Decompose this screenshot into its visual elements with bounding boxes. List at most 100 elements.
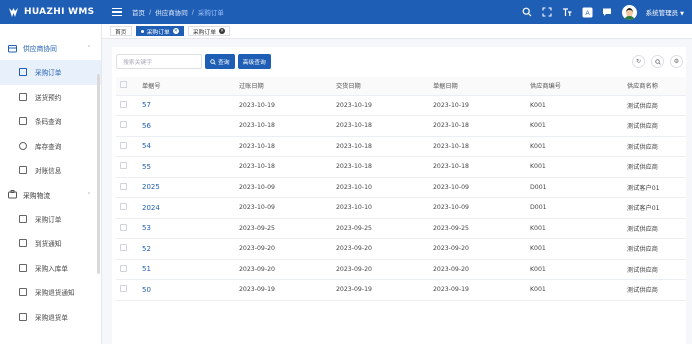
cell-value: 2023-10-09 (433, 183, 469, 191)
table-row[interactable]: 55 2023-10-18 2023-10-18 2023-10-18 K001 测试供应… (116, 156, 686, 178)
sidebar-item-label: 库存查询 (35, 142, 62, 151)
tab-purchase-order-active[interactable]: 采购订单 ✕ (135, 26, 184, 36)
sidebar-item-label: 对账信息 (35, 167, 62, 176)
table-cell: 2023-10-09 (239, 177, 336, 198)
close-icon[interactable]: ✕ (172, 28, 179, 34)
table-cell: 2023-09-25 (336, 218, 433, 239)
cell-value: 2023-09-20 (433, 265, 469, 273)
search-input[interactable]: 搜索关键字 (116, 54, 202, 69)
cell-value: 2023-09-20 (336, 245, 372, 253)
select-all-checkbox[interactable] (120, 81, 127, 89)
search-toggle-button[interactable] (651, 55, 664, 68)
row-checkbox[interactable] (120, 223, 127, 231)
column-header[interactable]: 供应商编号 (530, 77, 627, 96)
sidebar-group-purchase-logistics[interactable]: 采购物流 ⌃ (0, 183, 101, 207)
order-number-link[interactable]: 2025 (142, 183, 160, 191)
table-cell: 2023-09-19 (336, 279, 433, 301)
order-number-link[interactable]: 54 (142, 142, 151, 150)
table-row[interactable]: 54 2023-10-18 2023-10-18 2023-10-18 K001 测试供应… (116, 136, 686, 157)
order-number-link[interactable]: 2024 (142, 204, 160, 212)
header-toolbar: A 系统管理员 ▼ (522, 0, 684, 24)
order-number-link[interactable]: 50 (142, 286, 151, 294)
order-number-link[interactable]: 53 (142, 224, 151, 232)
tab-purchase-order[interactable]: 采购订单 ✕ (187, 26, 231, 36)
top-header: HUAZHI WMS 首页 / 供应商协同 / 采购订单 A 系统管理员 ▼ (0, 0, 692, 24)
table-row[interactable]: 50 2023-09-19 2023-09-19 2023-09-19 K001 测试供应… (116, 279, 686, 301)
cell-value: 2023-10-18 (336, 122, 372, 130)
column-header[interactable]: 供应商名称 (627, 77, 686, 96)
row-checkbox[interactable] (120, 203, 127, 211)
sidebar-item-purchase-order[interactable]: 采购订单 (0, 60, 101, 85)
order-number-link[interactable]: 52 (142, 245, 151, 253)
message-icon[interactable] (602, 7, 613, 18)
breadcrumb-home[interactable]: 首页 (132, 7, 145, 17)
table-cell: 2023-10-10 (336, 177, 433, 198)
column-header[interactable]: 交货日期 (336, 77, 433, 96)
return-notice-icon (19, 288, 27, 297)
row-checkbox[interactable] (120, 264, 127, 272)
table-row[interactable]: 53 2023-09-25 2023-09-25 2023-09-25 K001 测试供应… (116, 218, 686, 239)
row-checkbox[interactable] (120, 285, 127, 293)
search-button[interactable]: 查询 (205, 54, 235, 69)
breadcrumb-supplier[interactable]: 供应商协同 (155, 7, 188, 17)
table-cell: 测试供应商 (627, 259, 686, 280)
app-logo[interactable]: HUAZHI WMS (0, 0, 102, 24)
notice-icon (19, 239, 27, 248)
cell-value: 测试供应商 (627, 143, 658, 151)
cell-value: 2023-10-09 (433, 204, 469, 212)
column-header[interactable]: 过账日期 (239, 77, 336, 96)
table-cell: 测试供应商 (627, 156, 686, 178)
font-size-icon[interactable] (562, 7, 573, 18)
table-row[interactable]: 52 2023-09-20 2023-09-20 2023-09-20 K001 测试供应… (116, 238, 686, 260)
user-name[interactable]: 系统管理员 ▼ (646, 7, 684, 17)
table-cell: 2023-10-19 (336, 95, 433, 116)
order-number-link[interactable]: 56 (142, 122, 151, 130)
table-cell: 2023-10-09 (433, 197, 530, 219)
row-checkbox[interactable] (120, 141, 127, 149)
column-header[interactable]: 单据号 (142, 77, 239, 96)
table-row[interactable]: 56 2023-10-18 2023-10-18 2023-10-18 K001 测试供应… (116, 115, 686, 137)
sidebar-item-barcode-query[interactable]: 条码查询 (0, 109, 101, 134)
advanced-search-button[interactable]: 高级查询 (237, 54, 271, 69)
table-cell: K001 (530, 259, 627, 280)
translate-icon[interactable]: A (582, 7, 593, 18)
sidebar-scrollbar[interactable] (97, 74, 100, 274)
menu-toggle-icon[interactable] (112, 8, 122, 16)
settings-button[interactable]: ⚙ (670, 55, 683, 68)
table-row[interactable]: 51 2023-09-20 2023-09-20 2023-09-20 K001 测试供应… (116, 259, 686, 280)
sidebar-item-purchase-order-2[interactable]: 采购订单 (0, 207, 101, 232)
fullscreen-icon[interactable] (542, 7, 553, 18)
cell-value: 2023-10-18 (239, 142, 275, 150)
order-number-link[interactable]: 57 (142, 101, 151, 109)
avatar[interactable] (621, 4, 637, 20)
sidebar-item-purchase-receipt[interactable]: 采购入库单 (0, 256, 101, 281)
tab-home[interactable]: 首页 (110, 26, 132, 36)
column-header[interactable]: 单据日期 (433, 77, 530, 96)
order-number-link[interactable]: 51 (142, 265, 151, 273)
close-icon[interactable]: ✕ (219, 28, 226, 34)
table-cell: K001 (530, 136, 627, 157)
select-all-cell (116, 77, 142, 96)
table-cell: K001 (530, 279, 627, 301)
row-checkbox[interactable] (120, 121, 127, 129)
sidebar-item-label: 采购订单 (35, 215, 62, 224)
row-checkbox[interactable] (120, 100, 127, 108)
sidebar-item-delivery-appointment[interactable]: 送货预约 (0, 85, 101, 110)
table-row[interactable]: 2025 2023-10-09 2023-10-10 2023-10-09 D001 测试… (116, 177, 686, 198)
refresh-button[interactable]: ↻ (632, 55, 645, 68)
sidebar-item-return-order[interactable]: 采购退货单 (0, 305, 101, 330)
table-cell: K001 (530, 218, 627, 239)
order-number-link[interactable]: 55 (142, 163, 151, 171)
svg-text:A: A (585, 10, 590, 17)
table-row[interactable]: 57 2023-10-19 2023-10-19 2023-10-19 K001 测试供应… (116, 95, 686, 116)
sidebar-item-arrival-notice[interactable]: 到货通知 (0, 231, 101, 256)
table-row[interactable]: 2024 2023-10-09 2023-10-10 2023-10-09 D001 测试… (116, 197, 686, 219)
sidebar-item-return-notice[interactable]: 采购退货通知 (0, 280, 101, 305)
row-checkbox[interactable] (120, 244, 127, 252)
search-icon[interactable] (522, 7, 533, 18)
sidebar-item-inventory-query[interactable]: 库存查询 (0, 134, 101, 159)
row-checkbox[interactable] (120, 182, 127, 190)
sidebar-group-supplier[interactable]: 供应商协同 ⌃ (0, 36, 101, 60)
row-checkbox[interactable] (120, 162, 127, 170)
sidebar-item-reconciliation[interactable]: 对账信息 (0, 158, 101, 183)
